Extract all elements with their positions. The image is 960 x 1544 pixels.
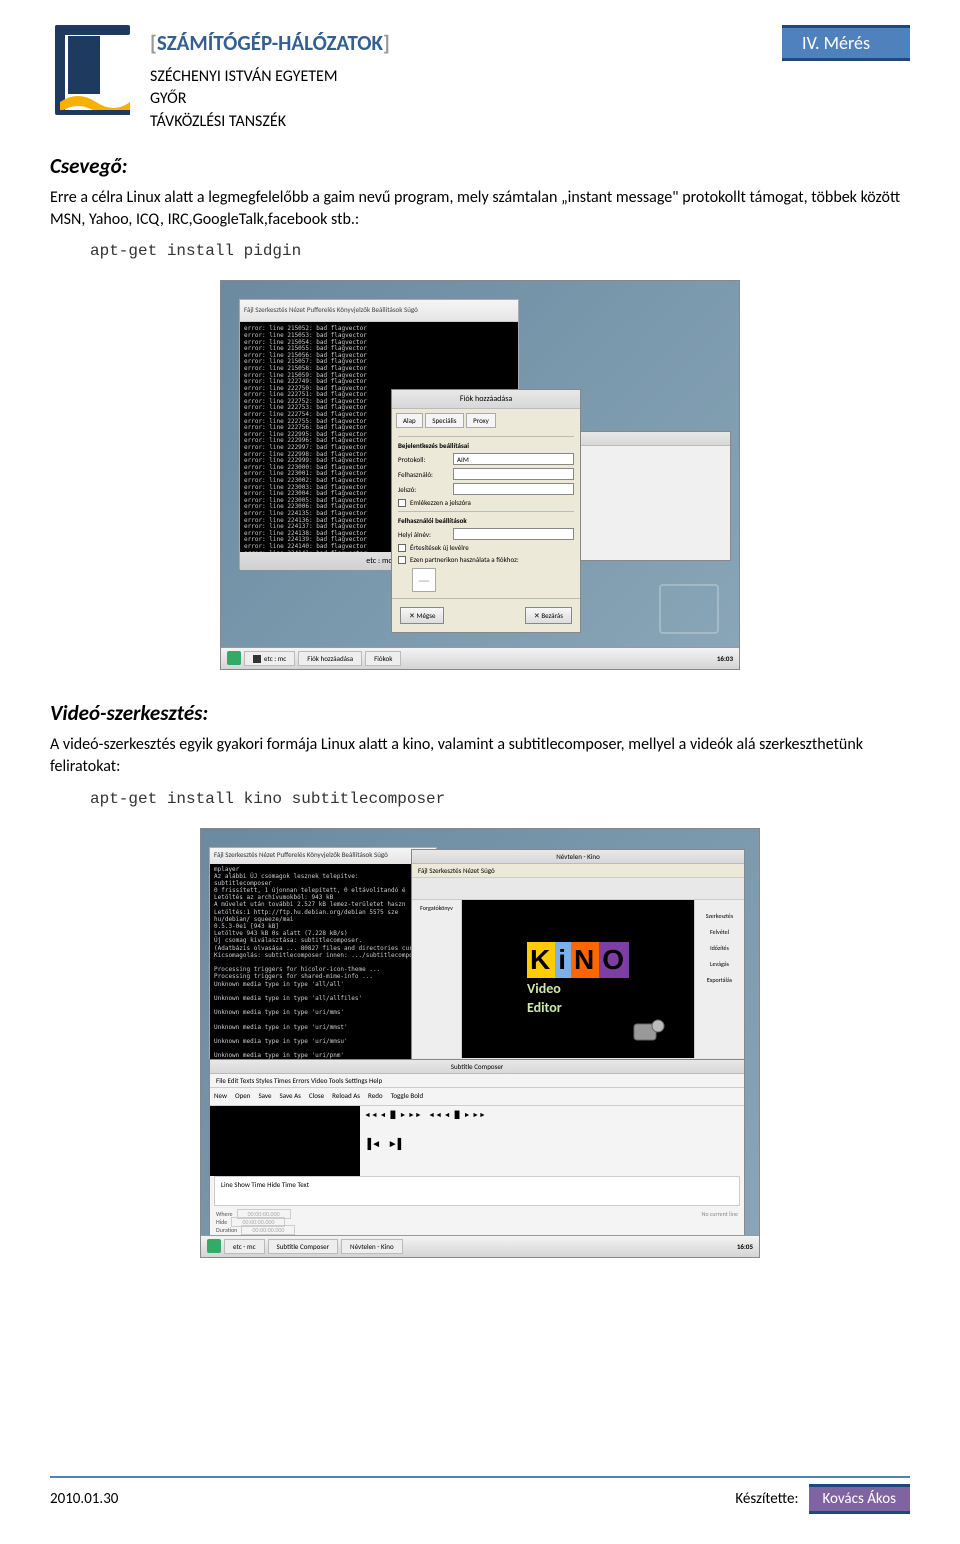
kino-logo: KiNO	[527, 942, 629, 978]
terminal-menubar: Fájl Szerkesztés Nézet Pufferelés Könyvj…	[240, 300, 518, 322]
subtitle-composer-window: Subtitle Composer File Edit Texts Styles…	[209, 1059, 745, 1237]
csevego-body: Erre a célra Linux alatt a legmegfelelőb…	[50, 187, 910, 230]
start-button2[interactable]	[207, 1239, 221, 1253]
subtitle-tb-close[interactable]: Close	[309, 1091, 324, 1102]
tab-proxy[interactable]: Proxy	[466, 413, 496, 428]
start-button[interactable]	[227, 651, 241, 665]
password-input[interactable]	[453, 483, 574, 495]
subtitle-list-header: Line Show Time Hide Time Text	[214, 1176, 740, 1206]
kino-storyboard-tab[interactable]: Forgatókönyv	[412, 900, 462, 1058]
taskbar2-clock: 16:05	[737, 1242, 753, 1251]
terminal2-menubar: Fájl Szerkesztés Nézet Pufferelés Könyvj…	[210, 848, 436, 864]
kino-right-panel: Szerkesztés Felvétel Időzítés Levágás Export…	[694, 900, 744, 1058]
taskbar2: etc - mc Subtitle Composer Névtelen - Ki…	[201, 1235, 759, 1257]
taskbar2-item-subtitle[interactable]: Subtitle Composer	[268, 1239, 339, 1254]
dialog-title: Fiók hozzáadása	[392, 390, 580, 409]
kino-titlebar: Névtelen - Kino	[412, 850, 744, 864]
subtitle-titlebar: Subtitle Composer	[210, 1060, 744, 1074]
camcorder-icon	[628, 1012, 666, 1050]
add-account-dialog: Fiók hozzáadása Alap Speciális Proxy Bej…	[391, 389, 581, 633]
code-kino: apt-get install kino subtitlecomposer	[90, 790, 910, 808]
taskbar-item-dialog[interactable]: Fiók hozzáadása	[298, 651, 362, 666]
kino-window: Névtelen - Kino Fájl Szerkesztés Nézet S…	[411, 849, 745, 1061]
kino-subtitle-2: Editor	[527, 999, 629, 1016]
username-label: Felhasználó:	[398, 470, 453, 479]
subtitle-video-preview	[210, 1106, 360, 1176]
subtitle-footer: No current line Where 00:00:00.000 Hide …	[210, 1206, 744, 1236]
accounts-window	[561, 431, 731, 561]
partner-icon-checkbox[interactable]: Ezen partnerikon használata a fiókhoz:	[398, 555, 574, 564]
protocol-select[interactable]: AIM	[453, 453, 574, 465]
username-input[interactable]	[453, 468, 574, 480]
subtitle-tb-reload-as[interactable]: Reload As	[332, 1091, 360, 1102]
header-text-block: [SZÁMÍTÓGÉP-HÁLÓZATOK] IV. Mérés SZÉCHEN…	[150, 20, 910, 133]
section-title-video: Videó-szerkesztés:	[50, 700, 910, 726]
subtitle-tb-redo[interactable]: Redo	[368, 1091, 383, 1102]
footer-date: 2010.01.30	[50, 1490, 118, 1508]
login-group-label: Bejelentkezés beállításai	[398, 441, 574, 450]
code-pidgin: apt-get install pidgin	[90, 242, 910, 260]
footer-author: Kovács Ákos	[809, 1484, 910, 1514]
footer-made-by: Készítette:	[735, 1490, 798, 1508]
subtitle-tb-toggle-bold[interactable]: Toggle Bold	[391, 1091, 424, 1102]
kino-toolbar	[412, 878, 744, 900]
subtitle-menubar: File Edit Texts Styles Times Errors Vide…	[210, 1074, 744, 1088]
city: GYŐR	[150, 88, 910, 110]
kino-tab-felvétel[interactable]: Felvétel	[695, 928, 744, 936]
kino-subtitle-1: Video	[527, 980, 629, 997]
taskbar-item-accounts[interactable]: Fiókok	[365, 651, 401, 666]
subtitle-tb-open[interactable]: Open	[235, 1091, 250, 1102]
subtitle-toolbar: New Open Save Save As Close Reload As Redo Togg…	[210, 1088, 744, 1106]
screenshot-pidgin: Fájl Szerkesztés Nézet Pufferelés Könyvj…	[220, 280, 740, 670]
notify-checkbox[interactable]: Értesítések új levélre	[398, 543, 574, 552]
taskbar2-item-terminal[interactable]: etc - mc	[224, 1239, 265, 1254]
user-settings-label: Felhasználói beállítások	[398, 516, 574, 525]
subtitle-tb-save-as[interactable]: Save As	[280, 1091, 301, 1102]
dialog-tabs: Alap Speciális Proxy	[392, 409, 580, 432]
cancel-button[interactable]: ✕ Mégse	[400, 607, 444, 624]
remember-checkbox[interactable]: Emlékezzen a jelszóra	[398, 498, 574, 507]
page-footer: 2010.01.30 Készítette: Kovács Ákos	[50, 1476, 910, 1514]
taskbar2-item-kino[interactable]: Névtelen - Kino	[341, 1239, 403, 1254]
university-name: SZÉCHENYI ISTVÁN EGYETEM	[150, 66, 910, 88]
subtitle-tb-save[interactable]: Save	[258, 1091, 271, 1102]
page-header: [SZÁMÍTÓGÉP-HÁLÓZATOK] IV. Mérés SZÉCHEN…	[50, 20, 910, 133]
alias-label: Helyi álnév:	[398, 530, 453, 539]
section-title-csevego: Csevegő:	[50, 153, 910, 179]
taskbar-item-terminal[interactable]: etc : mc	[244, 651, 295, 666]
screenshot-kino: Fájl Szerkesztés Nézet Pufferelés Könyvj…	[200, 828, 760, 1258]
video-body: A videó-szerkesztés egyik gyakori formáj…	[50, 734, 910, 777]
password-label: Jelszó:	[398, 485, 453, 494]
buddy-icon-placeholder[interactable]: —	[412, 568, 436, 592]
university-logo	[50, 20, 135, 115]
subtitle-tb-new[interactable]: New	[214, 1091, 227, 1102]
kino-tab-levágás[interactable]: Levágás	[695, 960, 744, 968]
protocol-label: Protokoll:	[398, 455, 453, 464]
kino-menubar: Fájl Szerkesztés Nézet Súgó	[412, 864, 744, 878]
kino-tab-időzítés[interactable]: Időzítés	[695, 944, 744, 952]
kino-tab-szerkesztés[interactable]: Szerkesztés	[695, 912, 744, 920]
terminal2-window: Fájl Szerkesztés Nézet Pufferelés Könyvj…	[209, 847, 437, 1087]
department: TÁVKÖZLÉSI TANSZÉK	[150, 111, 910, 133]
tab-basic[interactable]: Alap	[396, 413, 423, 428]
close-button[interactable]: ✕ Bezárás	[525, 607, 572, 624]
alias-input[interactable]	[453, 528, 574, 540]
document-title: [SZÁMÍTÓGÉP-HÁLÓZATOK]	[150, 30, 390, 56]
kino-preview: KiNO Video Editor	[462, 900, 694, 1058]
kino-tab-exportálás[interactable]: Exportálás	[695, 976, 744, 984]
subtitle-playback-controls: ◄◄ ◄ ▐▌ ► ►► ◄◄ ◄ ▐▌ ► ►► ▐◄ ►▌	[360, 1106, 744, 1176]
taskbar-clock: 16:03	[717, 654, 733, 663]
taskbar: etc : mc Fiók hozzáadása Fiókok 16:03	[221, 647, 739, 669]
desktop-decoration-icon	[659, 584, 719, 634]
tab-advanced[interactable]: Speciális	[425, 413, 463, 428]
measurement-badge: IV. Mérés	[782, 25, 910, 61]
